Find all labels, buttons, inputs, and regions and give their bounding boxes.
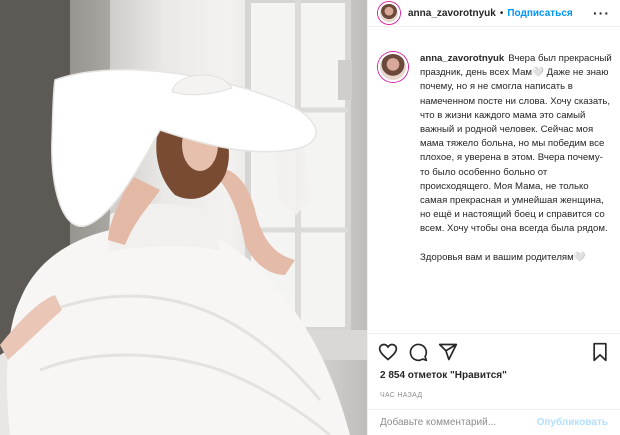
photo-illustration [0,0,367,435]
caption-username[interactable]: anna_zavorotnyuk [420,53,504,64]
likes-count[interactable]: 2 854 отметок "Нравится" [368,370,620,381]
post-timestamp: ЧАС НАЗАД [380,392,423,399]
caption-text: Вчера был прекрасный праздник, день всех… [420,53,612,235]
comment-box: Опубликовать [368,409,620,435]
caption-paragraph-2: Здоровья вам и вашим родителям🤍 [420,251,586,263]
post-actions-section: 2 854 отметок "Нравится" ЧАС НАЗАД [368,333,620,399]
header-username[interactable]: anna_zavorotnyuk [408,8,496,19]
action-bar [368,334,620,370]
caption-avatar[interactable] [378,52,408,82]
share-icon[interactable] [438,342,458,362]
caption-paragraph: anna_zavorotnyuk Вчера был прекрасный пра… [420,52,612,237]
post-side-panel: anna_zavorotnyuk • Подписаться ··· anna_… [367,0,620,435]
heart-icon[interactable] [378,342,398,362]
post-caption: anna_zavorotnyuk Вчера был прекрасный пра… [378,52,612,265]
post-photo[interactable] [0,0,367,435]
avatar[interactable] [378,2,400,24]
comment-icon[interactable] [408,342,428,362]
bookmark-icon[interactable] [590,342,610,362]
follow-button[interactable]: Подписаться [507,8,572,19]
more-icon[interactable]: ··· [593,5,610,21]
comment-input[interactable] [380,417,537,428]
header-separator: • [499,7,504,19]
caption-body: anna_zavorotnyuk Вчера был прекрасный пра… [420,52,612,265]
post-header: anna_zavorotnyuk • Подписаться ··· [368,0,620,27]
publish-button[interactable]: Опубликовать [537,417,608,428]
